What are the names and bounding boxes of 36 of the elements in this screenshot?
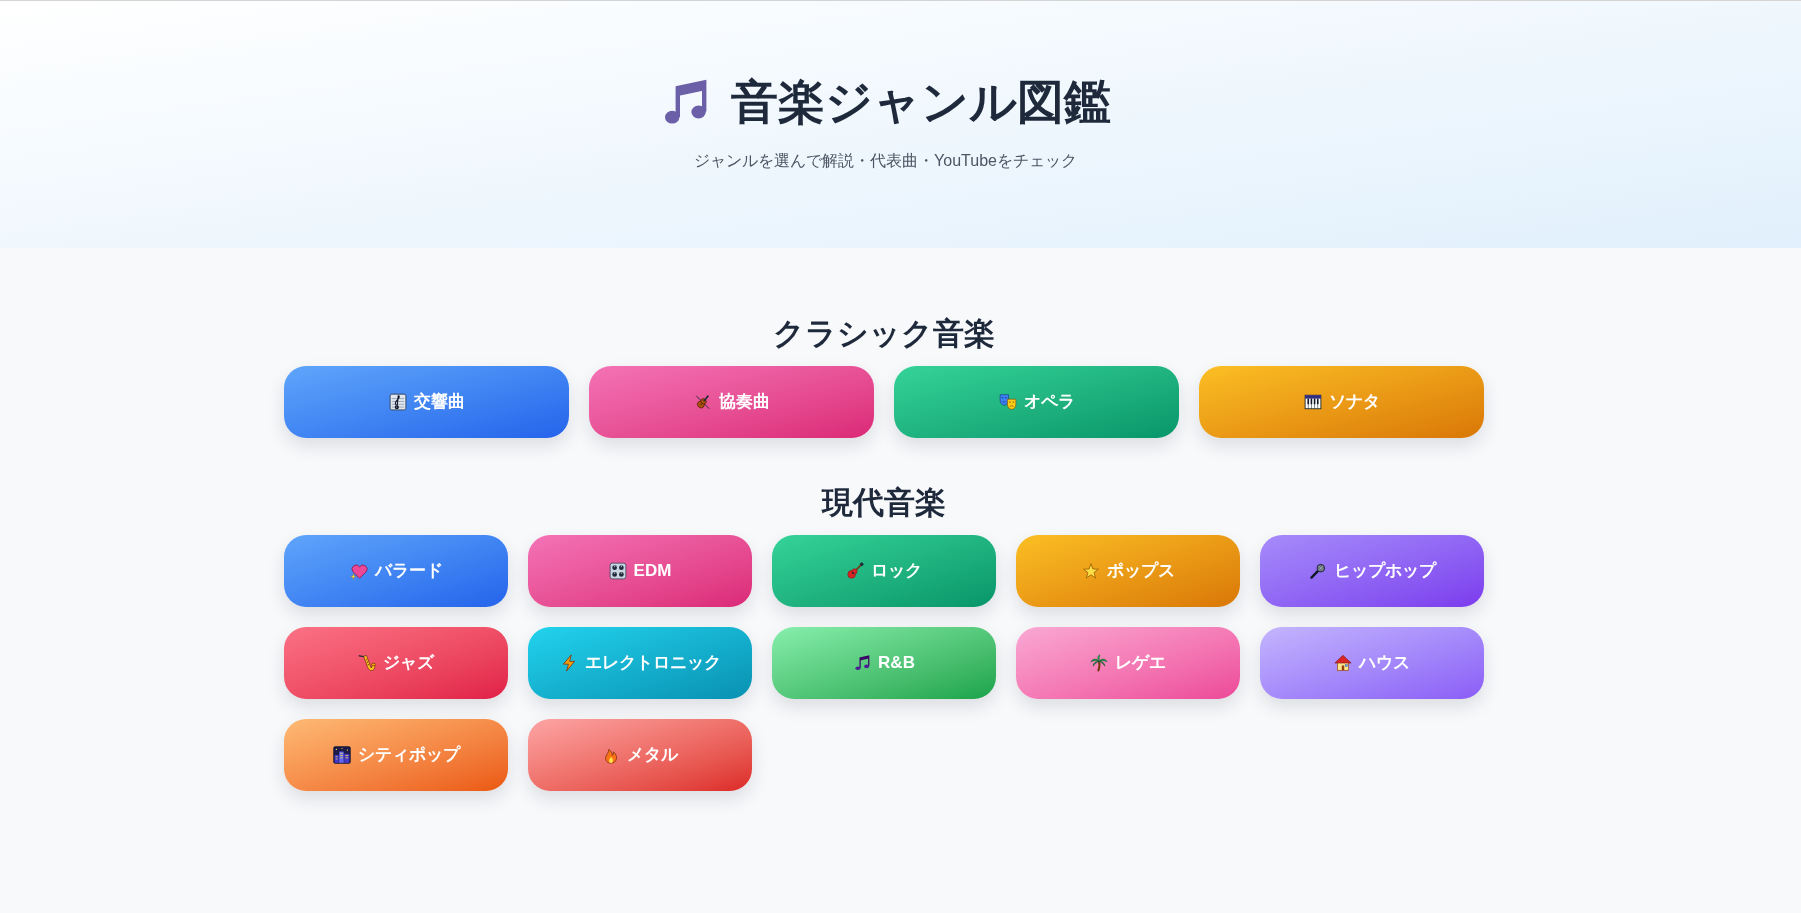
genre-button[interactable]: エレクトロニック <box>528 627 752 699</box>
genre-button[interactable]: バラード <box>284 535 508 607</box>
theater-masks-icon <box>998 393 1017 411</box>
genre-button[interactable]: オペラ <box>894 366 1179 438</box>
guitar-icon <box>846 562 864 580</box>
page-subtitle: ジャンルを選んで解説・代表曲・YouTubeをチェック <box>694 151 1077 171</box>
genre-button[interactable]: シティポップ <box>284 719 508 791</box>
genre-button[interactable]: ハウス <box>1260 627 1484 699</box>
palm-tree-icon <box>1090 654 1108 672</box>
control-knobs-icon <box>608 562 627 580</box>
genre-button[interactable]: ジャズ <box>284 627 508 699</box>
house-icon <box>1334 654 1352 672</box>
section-title: クラシック音楽 <box>772 315 996 353</box>
glowing-star-icon <box>1081 562 1100 580</box>
genre-button[interactable]: ポップス <box>1016 535 1240 607</box>
piano-keys-icon <box>1303 393 1322 411</box>
lightning-icon <box>559 654 578 672</box>
section-title: 現代音楽 <box>820 484 947 522</box>
genre-button[interactable]: ロック <box>772 535 996 607</box>
genre-button[interactable]: メタル <box>528 719 752 791</box>
genre-button[interactable]: レゲエ <box>1016 627 1240 699</box>
saxophone-icon <box>358 654 376 672</box>
page-title: 音楽ジャンル図鑑 <box>730 74 1111 130</box>
microphone-icon <box>1308 562 1327 580</box>
sparkling-heart-icon <box>349 562 368 580</box>
musical-notes-icon <box>853 654 872 672</box>
musical-score-icon <box>388 393 407 411</box>
genre-button[interactable]: 交響曲 <box>284 366 569 438</box>
genre-button[interactable]: ソナタ <box>1199 366 1484 438</box>
genre-button[interactable]: 協奏曲 <box>589 366 874 438</box>
genre-button[interactable]: EDM <box>528 535 752 607</box>
genre-button[interactable]: ヒップホップ <box>1260 535 1484 607</box>
violin-icon <box>693 393 712 411</box>
night-city-icon <box>332 746 351 764</box>
genre-button[interactable]: R&B <box>772 627 996 699</box>
fire-icon <box>602 746 620 764</box>
